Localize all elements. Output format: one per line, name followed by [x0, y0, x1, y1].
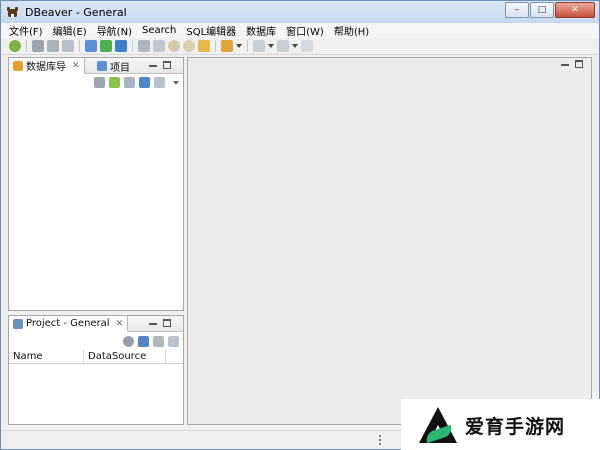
menu-window[interactable]: 窗口(W) — [286, 23, 324, 38]
sql-editor-icon[interactable] — [85, 40, 97, 52]
toolbar-separator — [215, 40, 216, 52]
maximize-panel-icon[interactable] — [575, 60, 583, 68]
navigator-panel-controls — [149, 61, 171, 69]
column-header-datasource[interactable]: DataSource — [84, 350, 166, 363]
menu-edit[interactable]: 编辑(E) — [53, 23, 87, 38]
watermark-text: 爱育手游网 — [465, 415, 566, 438]
window-title: DBeaver - General — [25, 5, 127, 19]
back-dropdown-icon[interactable] — [268, 44, 274, 48]
configure-icon[interactable] — [153, 336, 164, 347]
save-as-icon[interactable] — [153, 40, 165, 52]
project-panel-controls — [149, 319, 171, 327]
project-toolbar — [123, 336, 179, 347]
close-button[interactable]: ✕ — [555, 2, 595, 18]
minimize-panel-icon[interactable] — [149, 323, 157, 325]
connect-icon[interactable] — [32, 40, 44, 52]
collapse-all-icon[interactable] — [139, 77, 150, 88]
title-bar: DBeaver - General – □ ✕ — [1, 1, 599, 23]
watermark: 爱育手游网 — [401, 399, 600, 450]
minimize-panel-icon[interactable] — [149, 65, 157, 67]
new-connection-icon[interactable] — [94, 77, 105, 88]
forward-dropdown-icon[interactable] — [292, 44, 298, 48]
tab-database-navigator[interactable]: 数据库导 ✕ — [9, 58, 85, 74]
project-table-icon — [13, 318, 23, 329]
navigator-tab-bar: 数据库导 ✕ 项目 — [9, 58, 183, 74]
dbeaver-logo-icon — [6, 5, 20, 19]
tab-project-general[interactable]: Project - General ✕ — [9, 316, 129, 332]
close-tab-icon[interactable]: ✕ — [72, 61, 80, 71]
watermark-logo-icon — [419, 407, 457, 444]
window-controls: – □ ✕ — [505, 2, 595, 18]
tab-projects-label: 项目 — [110, 62, 130, 74]
transaction-mode-dropdown-icon[interactable] — [236, 44, 242, 48]
project-tab-bar: Project - General ✕ — [9, 316, 183, 332]
sync-icon[interactable] — [168, 336, 179, 347]
tab-database-navigator-label: 数据库导 — [26, 62, 66, 73]
menu-search[interactable]: Search — [142, 25, 176, 36]
column-header-name[interactable]: Name — [9, 350, 84, 363]
menu-database[interactable]: 数据库 — [246, 23, 276, 38]
new-folder-icon[interactable] — [109, 77, 120, 88]
forward-icon[interactable] — [277, 40, 289, 52]
maximize-panel-icon[interactable] — [163, 61, 171, 69]
menu-navigate[interactable]: 导航(N) — [97, 23, 132, 38]
menu-sql-editor[interactable]: SQL编辑器 — [186, 23, 236, 38]
disconnect-icon[interactable] — [47, 40, 59, 52]
database-navigator-icon — [13, 60, 23, 71]
new-script-icon[interactable] — [100, 40, 112, 52]
app-window: DBeaver - General – □ ✕ 文件(F) 编辑(E) 导航(N… — [0, 0, 600, 450]
commit-icon[interactable] — [198, 40, 210, 52]
menu-help[interactable]: 帮助(H) — [334, 23, 369, 38]
status-bar-grip — [379, 435, 381, 445]
recent-script-icon[interactable] — [115, 40, 127, 52]
new-connection-icon[interactable] — [9, 40, 21, 52]
tab-project-general-label: Project - General — [26, 318, 110, 329]
project-panel: Project - General ✕ Name DataSource — [8, 315, 184, 425]
navigator-toolbar — [94, 77, 179, 88]
sync-icon[interactable] — [154, 77, 165, 88]
toolbar-separator — [26, 40, 27, 52]
projects-icon — [97, 61, 107, 71]
minimize-panel-icon[interactable] — [561, 64, 569, 66]
link-icon[interactable] — [124, 77, 135, 88]
invalidate-icon[interactable] — [62, 40, 74, 52]
settings-icon[interactable] — [123, 336, 134, 347]
main-toolbar — [1, 38, 599, 55]
maximize-panel-icon[interactable] — [163, 319, 171, 327]
minimize-button[interactable]: – — [505, 2, 529, 18]
redo-icon[interactable] — [183, 40, 195, 52]
view-menu-icon[interactable] — [173, 80, 179, 85]
transaction-mode-icon[interactable] — [221, 40, 233, 52]
editor-area-controls — [561, 60, 583, 68]
save-icon[interactable] — [138, 40, 150, 52]
menu-bar: 文件(F) 编辑(E) 导航(N) Search SQL编辑器 数据库 窗口(W… — [1, 23, 599, 38]
pin-icon[interactable] — [301, 40, 313, 52]
maximize-button[interactable]: □ — [530, 2, 554, 18]
close-tab-icon[interactable]: ✕ — [116, 319, 124, 329]
undo-icon[interactable] — [168, 40, 180, 52]
toolbar-separator — [79, 40, 80, 52]
collapse-all-icon[interactable] — [138, 336, 149, 347]
toolbar-separator — [132, 40, 133, 52]
toolbar-separator — [247, 40, 248, 52]
database-navigator-panel: 数据库导 ✕ 项目 — [8, 57, 184, 311]
menu-file[interactable]: 文件(F) — [9, 23, 43, 38]
back-icon[interactable] — [253, 40, 265, 52]
editor-area — [187, 57, 592, 425]
project-table-header: Name DataSource — [9, 350, 183, 364]
tab-projects[interactable]: 项目 — [93, 58, 134, 74]
